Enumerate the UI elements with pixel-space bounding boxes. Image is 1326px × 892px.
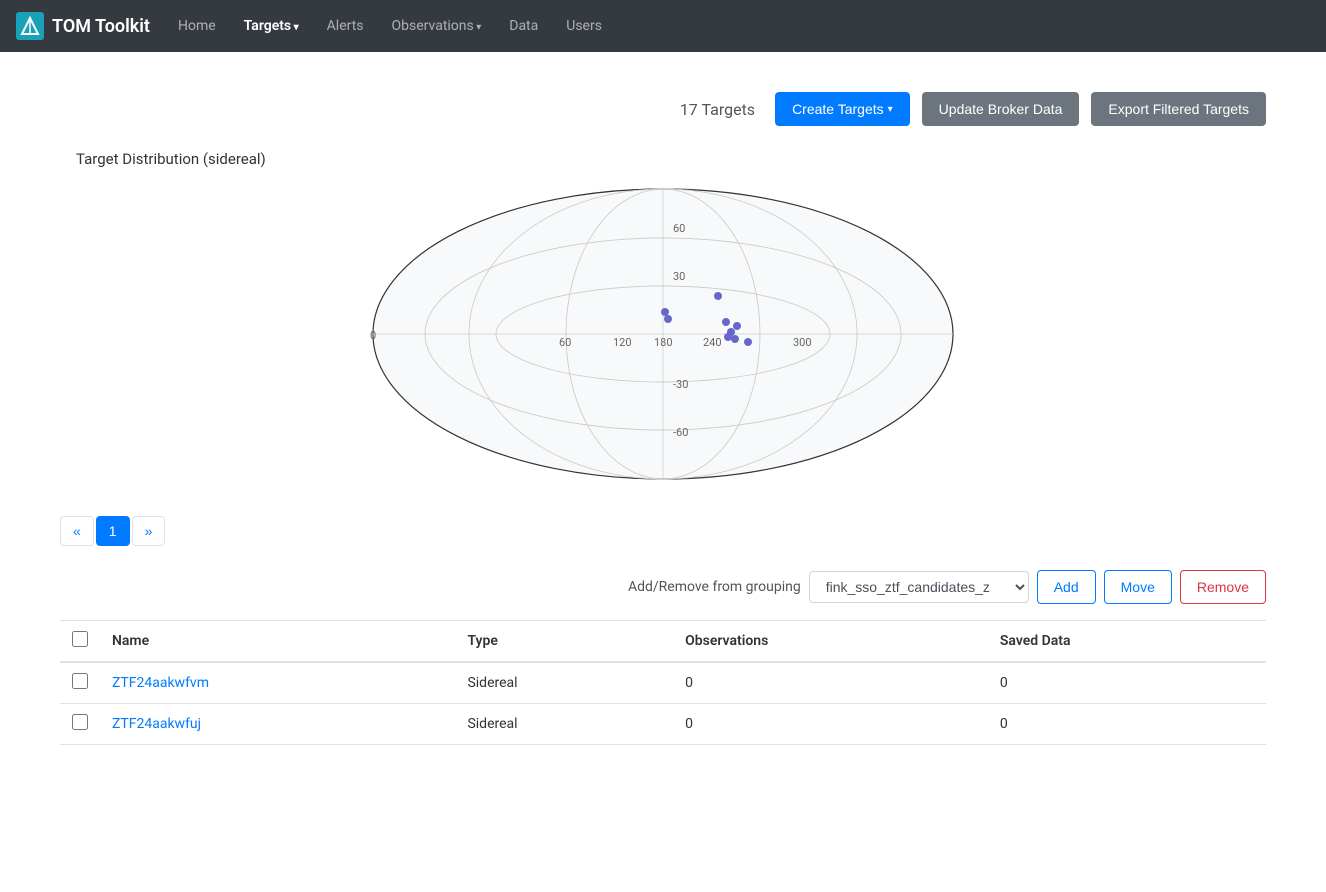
table-header-row: Name Type Observations Saved Data — [60, 621, 1266, 663]
data-point-7 — [731, 335, 739, 343]
grouping-row: Add/Remove from grouping fink_sso_ztf_ca… — [60, 570, 1266, 604]
grouping-label: Add/Remove from grouping — [628, 579, 801, 595]
row-saved-data-1: 0 — [988, 704, 1266, 745]
table-row: ZTF24aakwfvm Sidereal 0 0 — [60, 662, 1266, 704]
row-type-1: Sidereal — [455, 704, 673, 745]
grouping-move-button[interactable]: Move — [1104, 570, 1172, 604]
create-targets-button[interactable]: Create Targets — [775, 92, 910, 126]
nav-users[interactable]: Users — [554, 10, 614, 42]
row-checkbox-1[interactable] — [72, 714, 88, 730]
row-checkbox-cell — [60, 704, 100, 745]
page-1[interactable]: 1 — [96, 516, 130, 546]
header-observations: Observations — [673, 621, 988, 663]
select-all-checkbox[interactable] — [72, 631, 88, 647]
nav-data[interactable]: Data — [497, 10, 550, 42]
chart-section: Target Distribution (sidereal) — [60, 150, 1266, 484]
table-row: ZTF24aakwfuj Sidereal 0 0 — [60, 704, 1266, 745]
grouping-add-button[interactable]: Add — [1037, 570, 1096, 604]
row-checkbox-0[interactable] — [72, 673, 88, 689]
row-type-0: Sidereal — [455, 662, 673, 704]
lat-label-30: 30 — [673, 270, 685, 283]
brand-logo[interactable]: TOM Toolkit — [16, 12, 150, 40]
nav-observations[interactable]: Observations — [380, 10, 494, 42]
page-prev[interactable]: « — [60, 516, 94, 546]
header-row: 17 Targets Create Targets Update Broker … — [60, 92, 1266, 126]
navbar: TOM Toolkit Home Targets Alerts Observat… — [0, 0, 1326, 52]
targets-count: 17 Targets — [680, 100, 755, 119]
row-name-0: ZTF24aakwfvm — [100, 662, 455, 704]
lon-label-120: 120 — [613, 336, 632, 349]
data-point-6 — [727, 328, 735, 336]
chart-title: Target Distribution (sidereal) — [60, 150, 1266, 168]
chart-container: 60 30 -30 -60 0 60 120 180 240 300 — [60, 184, 1266, 484]
main-content: 17 Targets Create Targets Update Broker … — [0, 52, 1326, 785]
data-point-9 — [744, 338, 752, 346]
lon-label-300: 300 — [793, 336, 812, 349]
data-point-1 — [661, 308, 669, 316]
lon-label-240: 240 — [703, 336, 722, 349]
row-observations-0: 0 — [673, 662, 988, 704]
export-filtered-button[interactable]: Export Filtered Targets — [1091, 92, 1266, 126]
sky-map: 60 30 -30 -60 0 60 120 180 240 300 — [363, 184, 963, 484]
lat-label-n60: -60 — [673, 426, 688, 439]
row-checkbox-cell — [60, 662, 100, 704]
lat-label-n30: -30 — [673, 378, 688, 391]
page-next[interactable]: » — [132, 516, 166, 546]
lat-label-60: 60 — [673, 222, 685, 235]
update-broker-button[interactable]: Update Broker Data — [922, 92, 1080, 126]
grouping-remove-button[interactable]: Remove — [1180, 570, 1266, 604]
brand-icon — [16, 12, 44, 40]
data-point-8 — [733, 322, 741, 330]
pagination: « 1 » — [60, 516, 1266, 546]
nav-links: Home Targets Alerts Observations Data Us… — [166, 10, 614, 42]
brand-title: TOM Toolkit — [52, 16, 150, 37]
row-observations-1: 0 — [673, 704, 988, 745]
header-type: Type — [455, 621, 673, 663]
grouping-select[interactable]: fink_sso_ztf_candidates_z — [809, 571, 1029, 603]
header-name: Name — [100, 621, 455, 663]
lon-label-60: 60 — [559, 336, 571, 349]
targets-table: Name Type Observations Saved Data ZTF24a… — [60, 620, 1266, 745]
row-name-1: ZTF24aakwfuj — [100, 704, 455, 745]
row-saved-data-0: 0 — [988, 662, 1266, 704]
target-link-0[interactable]: ZTF24aakwfvm — [112, 675, 209, 691]
header-saved-data: Saved Data — [988, 621, 1266, 663]
target-link-1[interactable]: ZTF24aakwfuj — [112, 716, 201, 732]
header-checkbox-cell — [60, 621, 100, 663]
nav-targets[interactable]: Targets — [232, 10, 311, 42]
lon-label-180: 180 — [654, 336, 673, 349]
nav-home[interactable]: Home — [166, 10, 228, 42]
lon-label-0: 0 — [370, 329, 376, 342]
data-point-3 — [714, 292, 722, 300]
data-point-4 — [722, 318, 730, 326]
data-point-2 — [664, 315, 672, 323]
nav-alerts[interactable]: Alerts — [315, 10, 376, 42]
